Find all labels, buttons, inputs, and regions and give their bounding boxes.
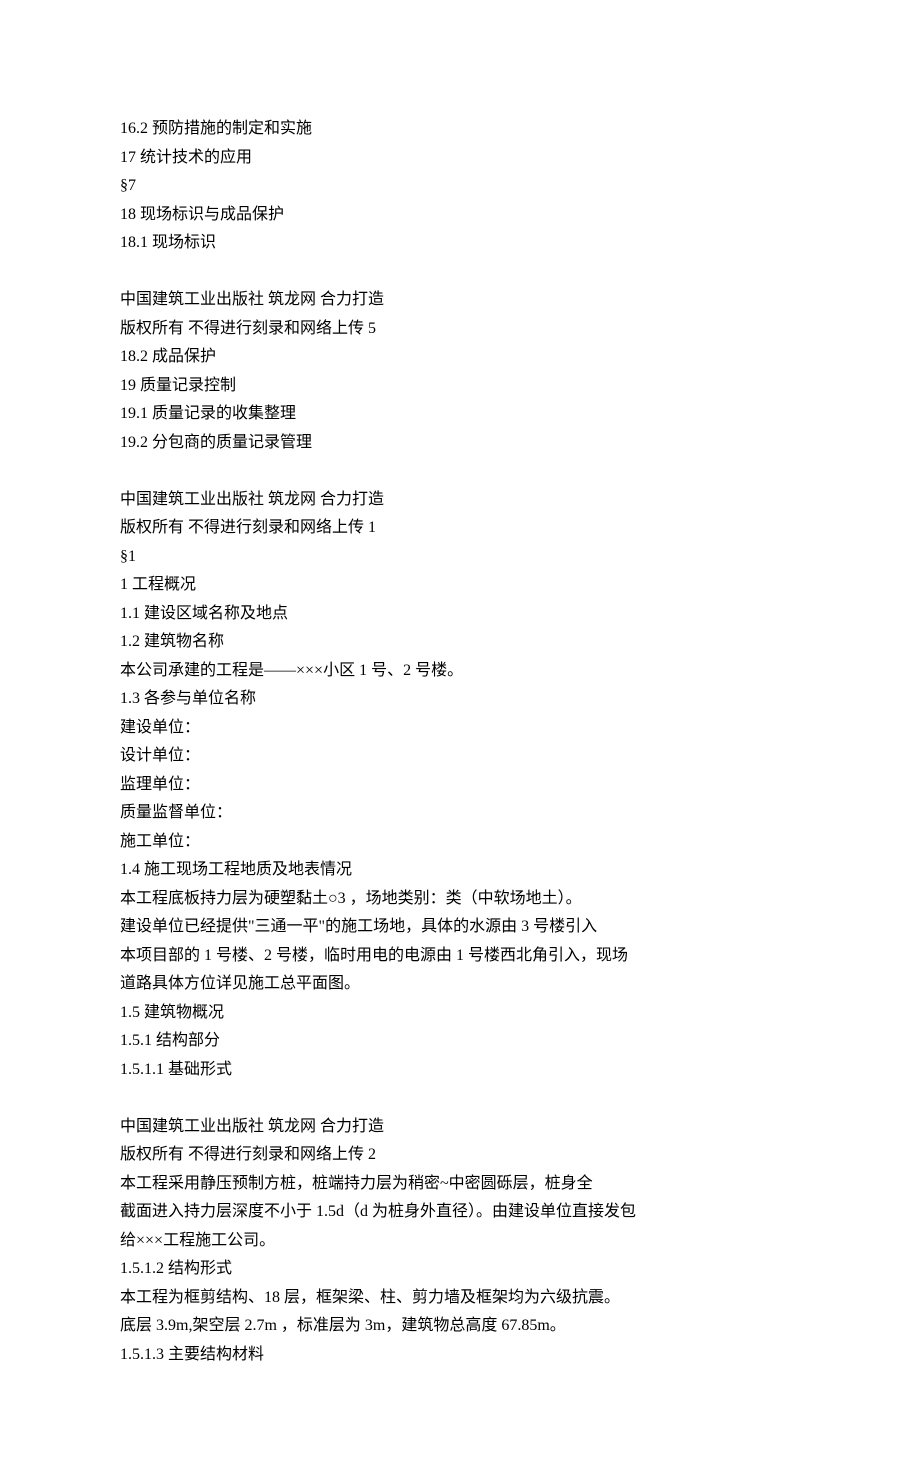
text-line: 1.5.1.1 基础形式 (120, 1056, 800, 1085)
text-line: 版权所有 不得进行刻录和网络上传 5 (120, 315, 800, 344)
text-line: 设计单位： (120, 742, 800, 771)
text-line: 中国建筑工业出版社 筑龙网 合力打造 (120, 486, 800, 515)
text-line: 1.2 建筑物名称 (120, 628, 800, 657)
text-line: 监理单位： (120, 771, 800, 800)
text-line: 1.3 各参与单位名称 (120, 685, 800, 714)
text-line: 质量监督单位： (120, 799, 800, 828)
text-line: 建设单位： (120, 714, 800, 743)
text-line: 19.2 分包商的质量记录管理 (120, 429, 800, 458)
blank-line (120, 457, 800, 486)
text-line: 版权所有 不得进行刻录和网络上传 1 (120, 514, 800, 543)
blank-line (120, 258, 800, 287)
text-line: 18 现场标识与成品保护 (120, 201, 800, 230)
text-line: §7 (120, 172, 800, 201)
text-line: 1.5.1.3 主要结构材料 (120, 1341, 800, 1370)
text-line: 1.4 施工现场工程地质及地表情况 (120, 856, 800, 885)
text-line: 17 统计技术的应用 (120, 144, 800, 173)
text-line: 底层 3.9m,架空层 2.7m ，标准层为 3m，建筑物总高度 67.85m。 (120, 1312, 800, 1341)
text-line: 1 工程概况 (120, 571, 800, 600)
text-line: 1.5.1 结构部分 (120, 1027, 800, 1056)
text-line: 16.2 预防措施的制定和实施 (120, 115, 800, 144)
text-line: 1.5 建筑物概况 (120, 999, 800, 1028)
text-line: 截面进入持力层深度不小于 1.5d（d 为桩身外直径）。由建设单位直接发包 (120, 1198, 800, 1227)
text-line: 1.1 建设区域名称及地点 (120, 600, 800, 629)
text-line: 本工程采用静压预制方桩，桩端持力层为稍密~中密圆砾层，桩身全 (120, 1170, 800, 1199)
text-line: 19.1 质量记录的收集整理 (120, 400, 800, 429)
text-line: 本工程为框剪结构、18 层，框架梁、柱、剪力墙及框架均为六级抗震。 (120, 1284, 800, 1313)
text-line: 18.1 现场标识 (120, 229, 800, 258)
text-line: 施工单位： (120, 828, 800, 857)
text-line: 本项目部的 1 号楼、2 号楼，临时用电的电源由 1 号楼西北角引入，现场 (120, 942, 800, 971)
text-line: 道路具体方位详见施工总平面图。 (120, 970, 800, 999)
text-line: 建设单位已经提供"三通一平"的施工场地，具体的水源由 3 号楼引入 (120, 913, 800, 942)
text-line: 给×××工程施工公司。 (120, 1227, 800, 1256)
text-line: 版权所有 不得进行刻录和网络上传 2 (120, 1141, 800, 1170)
text-line: 中国建筑工业出版社 筑龙网 合力打造 (120, 1113, 800, 1142)
text-line: 本工程底板持力层为硬塑黏土○3 ，场地类别：类（中软场地土）。 (120, 885, 800, 914)
text-line: 19 质量记录控制 (120, 372, 800, 401)
text-line: 1.5.1.2 结构形式 (120, 1255, 800, 1284)
text-line: §1 (120, 543, 800, 572)
text-line: 中国建筑工业出版社 筑龙网 合力打造 (120, 286, 800, 315)
text-line: 本公司承建的工程是——×××小区 1 号、2 号楼。 (120, 657, 800, 686)
text-line: 18.2 成品保护 (120, 343, 800, 372)
blank-line (120, 1084, 800, 1113)
document-page: 16.2 预防措施的制定和实施17 统计技术的应用§718 现场标识与成品保护1… (0, 0, 920, 1469)
